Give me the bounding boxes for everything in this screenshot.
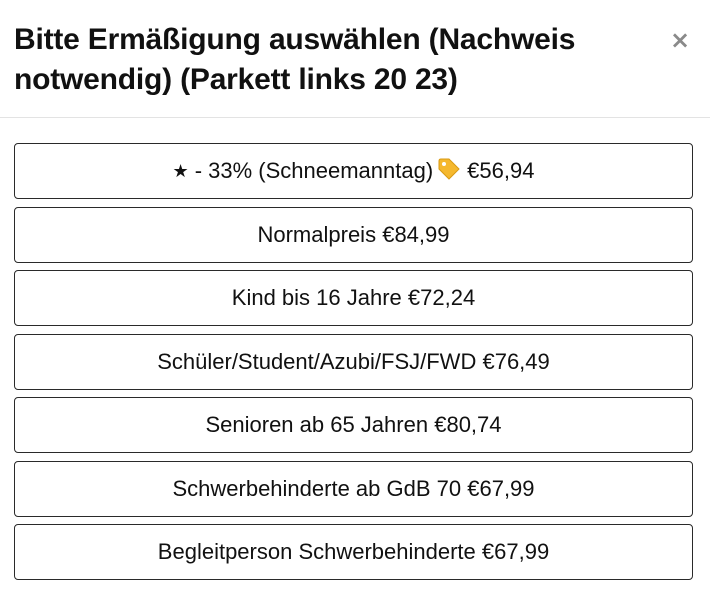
option-begleitperson[interactable]: Begleitperson Schwerbehinderte €67,99 [14, 524, 693, 580]
option-label: Begleitperson Schwerbehinderte [157, 539, 476, 564]
option-price: €56,94 [467, 158, 535, 183]
tag-icon [437, 147, 461, 201]
option-price: €80,74 [434, 412, 502, 437]
close-button[interactable]: × [666, 26, 694, 54]
discount-dialog: Bitte Ermäßigung auswählen (Nachweis not… [0, 0, 710, 615]
option-price: €67,99 [467, 475, 535, 501]
option-normalpreis[interactable]: Normalpreis €84,99 [14, 206, 693, 263]
dialog-title: Bitte Ermäßigung auswählen (Nachweis not… [14, 23, 576, 96]
option-price: €67,99 [481, 539, 550, 564]
option-price: €84,99 [382, 221, 450, 247]
option-label: Senioren ab 65 Jahren [205, 412, 429, 437]
option-schneemanntag[interactable]: ★ - 33% (Schneemanntag) €56,94 [14, 143, 693, 199]
option-price: €72,24 [407, 285, 476, 310]
discount-options-list: ★ - 33% (Schneemanntag) €56,94 Normalpreis… [14, 143, 693, 588]
option-label: Kind bis 16 Jahre [231, 285, 402, 310]
option-label: - 33% (Schneemanntag) [194, 158, 434, 183]
option-senioren[interactable]: Senioren ab 65 Jahren €80,74 [14, 397, 693, 453]
option-schwerbehinderte[interactable]: Schwerbehinderte ab GdB 70 €67,99 [14, 460, 693, 517]
option-label: Schwerbehinderte ab GdB 70 [172, 475, 462, 501]
option-kind[interactable]: Kind bis 16 Jahre €72,24 [14, 270, 693, 326]
option-label: Normalpreis [257, 221, 377, 247]
option-label: Schüler/Student/Azubi/FSJ/FWD [157, 348, 477, 374]
star-icon: ★ [172, 161, 189, 182]
dialog-header: Bitte Ermäßigung auswählen (Nachweis not… [0, 0, 710, 118]
option-schueler-student[interactable]: Schüler/Student/Azubi/FSJ/FWD €76,49 [14, 333, 693, 390]
option-price: €76,49 [482, 348, 550, 374]
